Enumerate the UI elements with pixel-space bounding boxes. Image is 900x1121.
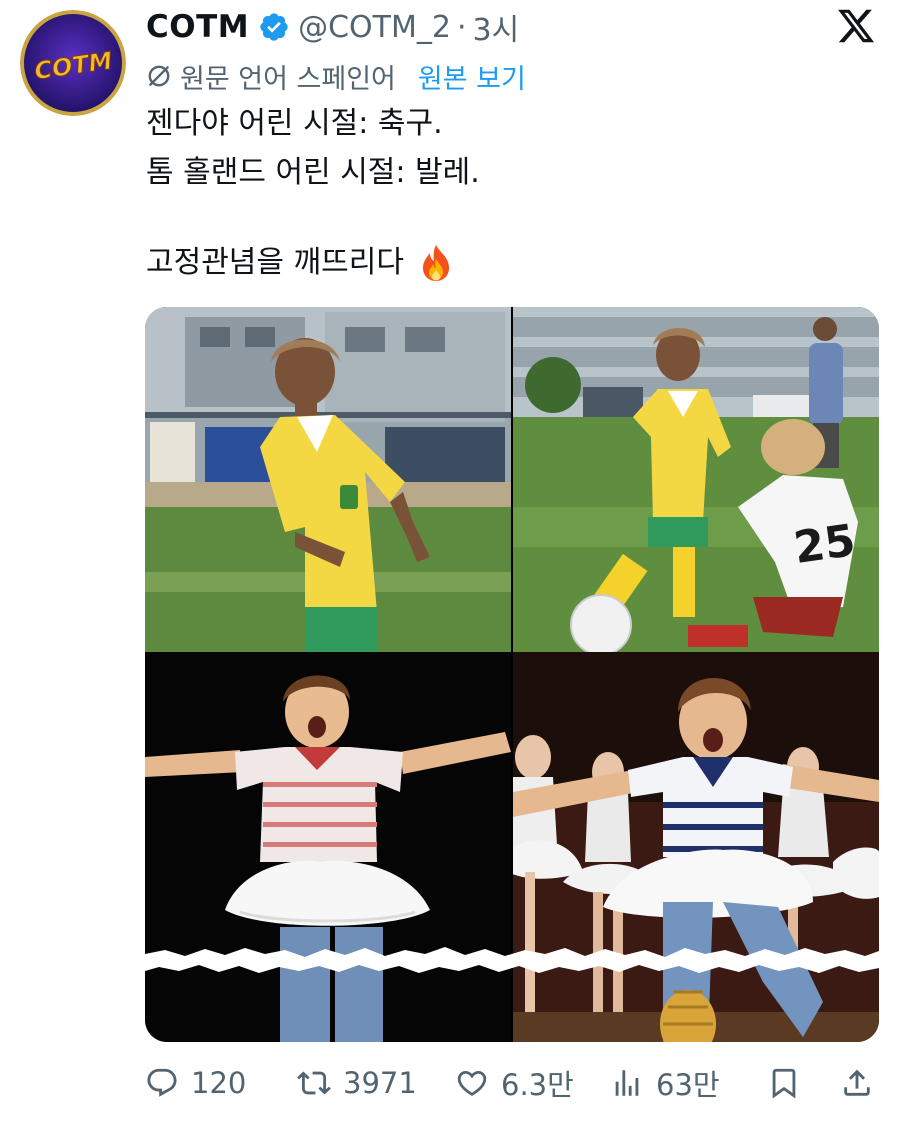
show-original-link[interactable]: 원본 보기 bbox=[418, 57, 526, 96]
views-icon bbox=[615, 1070, 639, 1096]
tweet-header: COTM @COTM_2 · 3시 bbox=[146, 4, 519, 50]
bookmark-button[interactable] bbox=[767, 1060, 813, 1106]
tweet-media[interactable]: 25 bbox=[145, 307, 879, 1042]
repost-icon bbox=[297, 1071, 331, 1095]
tweet-text-line-1: 젠다야 어린 시절: 축구. bbox=[146, 106, 443, 141]
boy-ballet-photo[interactable] bbox=[145, 652, 511, 1042]
repost-button[interactable]: 3971 bbox=[297, 1060, 417, 1106]
views-count: 63만 bbox=[656, 1068, 720, 1102]
girl-soccer-photo[interactable] bbox=[145, 307, 511, 652]
like-icon bbox=[457, 1070, 487, 1096]
reply-count: 120 bbox=[191, 1066, 247, 1100]
translation-label: 원문 언어 스페인어 bbox=[180, 63, 396, 95]
bookmark-icon bbox=[772, 1068, 796, 1099]
verified-badge-icon bbox=[258, 11, 290, 43]
repost-count: 3971 bbox=[343, 1066, 417, 1100]
reply-icon bbox=[147, 1068, 177, 1097]
tweet-text-line-3: 고정관념을 깨뜨리다 bbox=[146, 243, 454, 283]
translation-info: 원문 언어 스페인어 원본 보기 bbox=[146, 56, 526, 96]
x-logo-icon[interactable] bbox=[836, 6, 876, 46]
boy-stage-dance-photo[interactable] bbox=[513, 652, 879, 1042]
action-bar: 120 3971 6.3만 63만 bbox=[145, 1060, 880, 1106]
display-name[interactable]: COTM bbox=[146, 9, 249, 45]
like-count: 6.3만 bbox=[501, 1068, 574, 1102]
handle[interactable]: @COTM_2 bbox=[298, 10, 451, 45]
share-icon bbox=[844, 1069, 870, 1096]
views-button[interactable]: 63만 bbox=[610, 1060, 720, 1106]
soccer-match-photo[interactable]: 25 bbox=[513, 307, 879, 652]
share-button[interactable] bbox=[840, 1060, 886, 1106]
tweet-text-line-3-text: 고정관념을 깨뜨리다 bbox=[146, 245, 404, 280]
torn-paper-divider bbox=[145, 947, 879, 973]
like-button[interactable]: 6.3만 bbox=[455, 1060, 574, 1106]
avatar[interactable]: COTM bbox=[20, 10, 126, 116]
reply-button[interactable]: 120 bbox=[145, 1060, 246, 1106]
timestamp[interactable]: 3시 bbox=[473, 5, 520, 49]
fire-icon bbox=[418, 243, 454, 283]
jersey-number: 25 bbox=[791, 515, 859, 574]
separator-dot: · bbox=[456, 9, 467, 45]
tweet-text-line-2: 톰 홀랜드 어린 시절: 발레. bbox=[146, 155, 480, 190]
translate-icon bbox=[146, 63, 172, 89]
